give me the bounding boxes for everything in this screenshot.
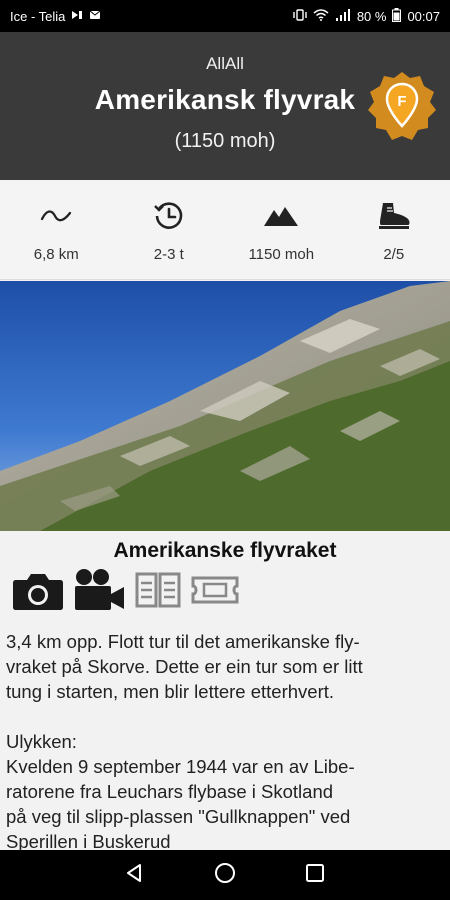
description-line: tung i starten, men blir lettere etterhv…: [6, 681, 335, 702]
camera-icon[interactable]: [12, 568, 64, 617]
route-photo: [0, 281, 450, 531]
carrier-label: Ice - Telia: [10, 8, 66, 24]
stat-distance: 6,8 km: [0, 180, 113, 279]
battery-level: 80 %: [356, 8, 387, 24]
stat-duration: 2-3 t: [113, 180, 226, 279]
badge-letter: F: [397, 93, 406, 110]
description-line: 3,4 km opp. Flott tur til det amerikansk…: [6, 631, 360, 652]
signal-icon: [335, 8, 351, 24]
stat-duration-value: 2-3 t: [153, 246, 184, 263]
stat-difficulty-value: 2/5: [383, 246, 405, 263]
media-row: [0, 563, 450, 615]
battery-icon: [392, 7, 402, 25]
hiking-boot-icon: [377, 196, 411, 236]
stat-distance-value: 6,8 km: [33, 246, 79, 263]
stat-altitude-value: 1150 moh: [248, 246, 315, 263]
route-header: AllAll Amerikansk flyvrak (1150 moh) F: [0, 32, 450, 180]
status-bar: Ice - Telia 80 % 00:07: [0, 0, 450, 32]
mountain-icon: [263, 196, 299, 236]
description-title: Amerikanske flyvraket: [113, 539, 337, 562]
system-nav-bar: [0, 850, 450, 900]
book-icon[interactable]: [134, 570, 182, 615]
wifi-icon: [313, 8, 329, 24]
description-text: 3,4 km opp. Flott tur til det amerikansk…: [0, 615, 450, 850]
notification-icon: [71, 10, 83, 22]
location-pin-icon: F: [368, 72, 436, 140]
video-camera-icon[interactable]: [72, 568, 126, 617]
vibrate-icon: [293, 8, 307, 24]
description-spacer: [6, 704, 444, 729]
ticket-icon[interactable]: [190, 572, 240, 613]
description-line: Sperillen i Buskerud: [6, 831, 171, 850]
stat-altitude: 1150 moh: [225, 180, 338, 279]
description-line: Kvelden 9 september 1944 var en av Libe-: [6, 756, 355, 777]
route-stats: 6,8 km 2-3 t 1150 moh 2/5: [0, 180, 450, 280]
description-line: Ulykken:: [6, 731, 77, 752]
distance-icon: [39, 196, 73, 236]
description-line: ratorene fra Leuchars flybase i Skotland: [6, 781, 334, 802]
clock-time: 00:07: [407, 8, 440, 24]
message-icon: [89, 10, 101, 22]
difficulty-badge[interactable]: F: [366, 70, 438, 142]
recents-icon[interactable]: [305, 863, 325, 888]
description-line: vraket på Skorve. Dette er ein tur som e…: [6, 656, 363, 677]
clock-history-icon: [153, 196, 185, 236]
stat-difficulty: 2/5: [338, 180, 450, 279]
back-icon[interactable]: [125, 863, 145, 888]
route-description-panel[interactable]: Amerikanske flyvraket 3,4 km opp. Flott …: [0, 531, 450, 850]
home-icon[interactable]: [214, 862, 236, 889]
description-line: på veg til slipp-plassen "Gullknappen" v…: [6, 806, 351, 827]
